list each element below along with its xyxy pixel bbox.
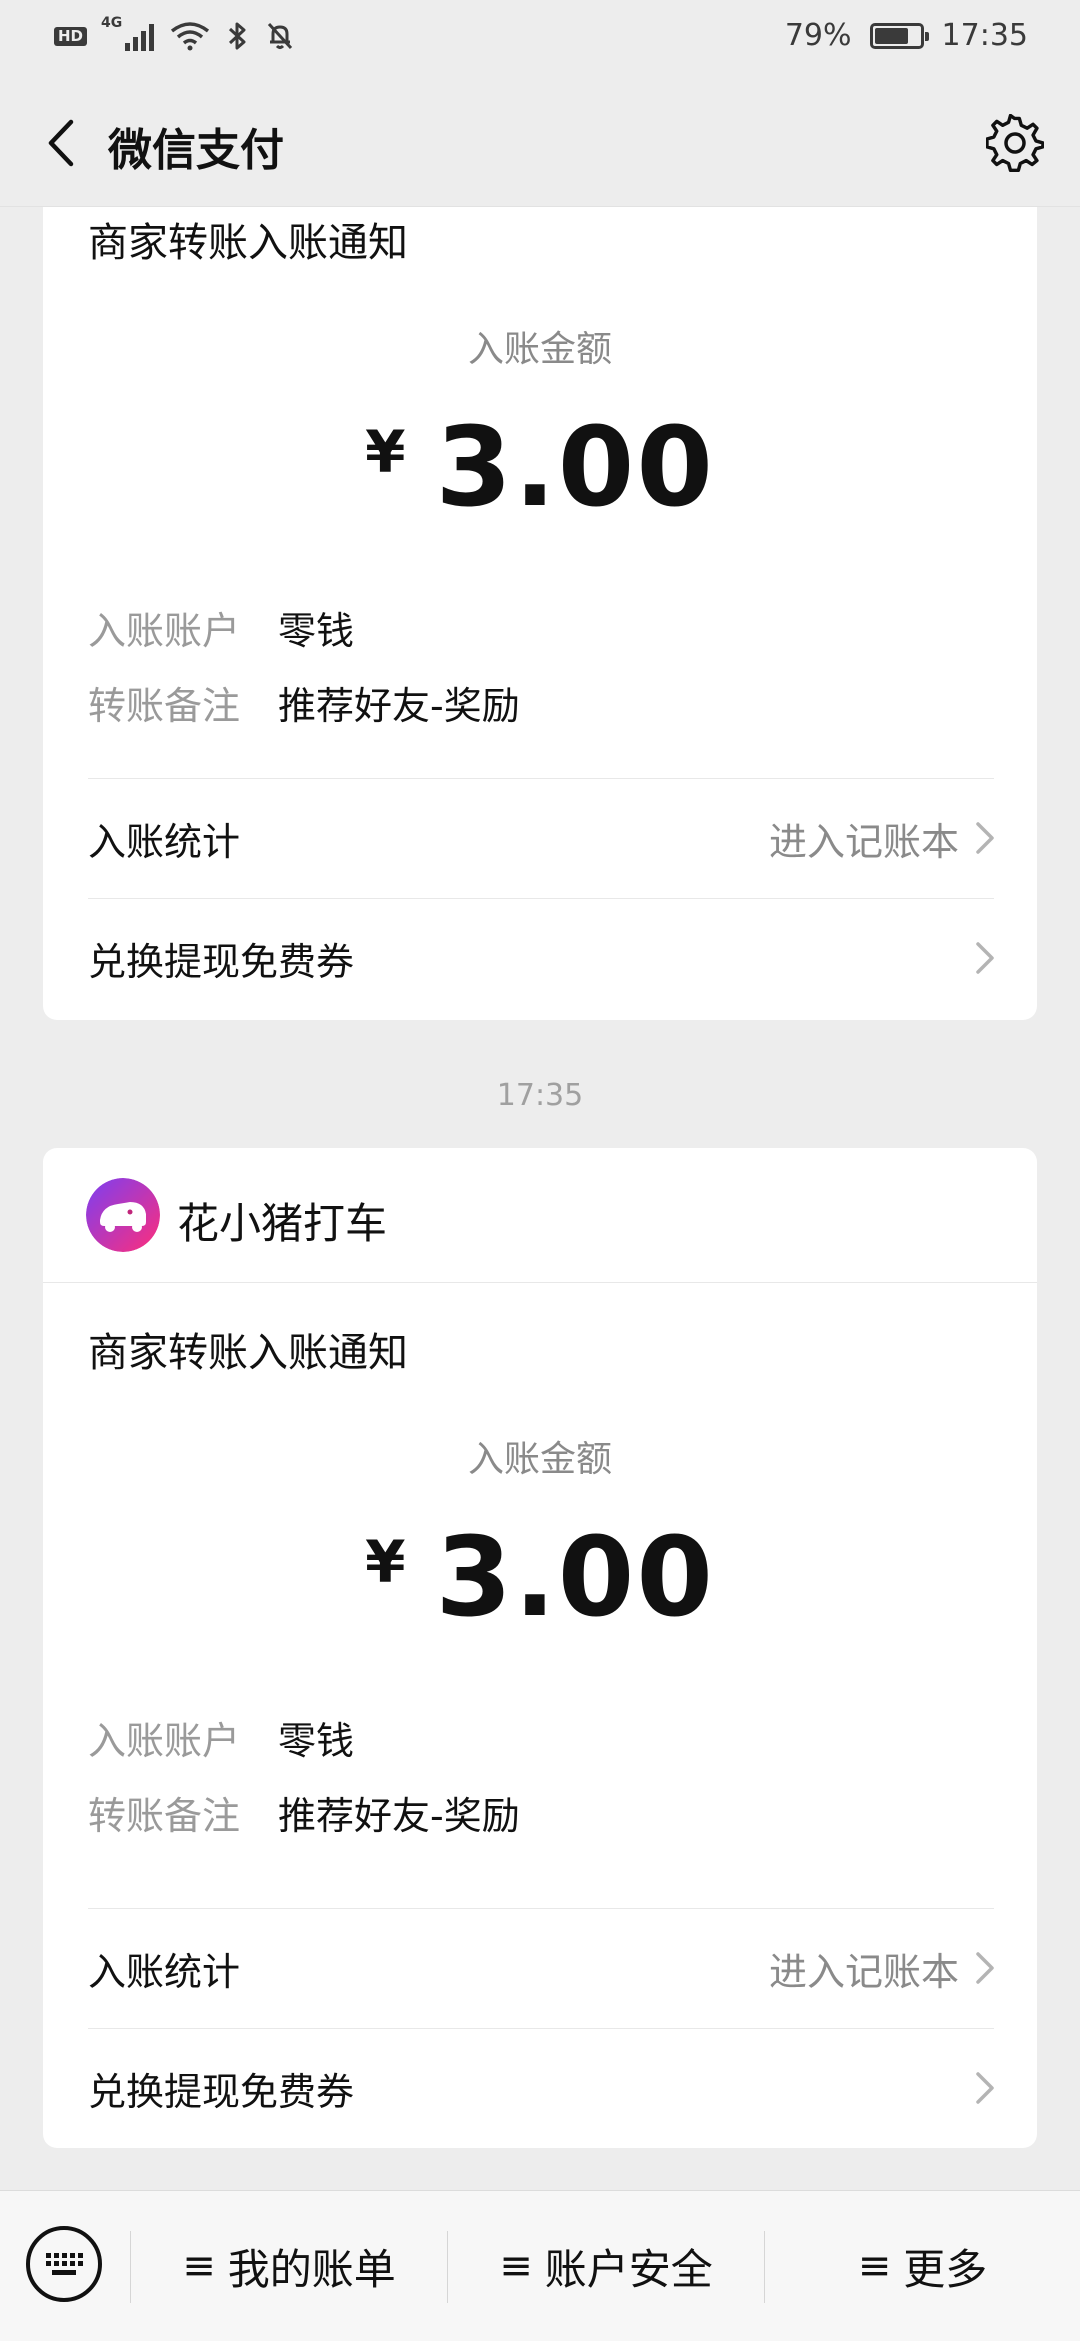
status-bar: HD 4G 79% 17:35	[0, 0, 1080, 78]
stats-hint: 进入记账本	[768, 1949, 959, 1994]
transfer-notice-card[interactable]: 花小猪打车 商家转账入账通知 入账金额 ¥ 3.00 入账账户 零钱 转账备注 …	[43, 1148, 1037, 2148]
page-title: 微信支付	[108, 125, 284, 176]
amount-row: ¥ 3.00	[43, 1522, 1037, 1632]
network-type-label: 4G	[101, 15, 123, 31]
coupon-label: 兑换提现免费券	[88, 2069, 355, 2114]
more-label: 更多	[903, 2244, 988, 2294]
currency-symbol: ¥	[365, 418, 406, 486]
remark-value: 推荐好友-奖励	[278, 684, 520, 728]
amount-row: ¥ 3.00	[43, 412, 1037, 522]
back-button[interactable]	[30, 108, 90, 178]
pig-car-logo-icon	[86, 1178, 160, 1252]
status-system: 79% 17:35	[785, 18, 1028, 53]
merchant-header[interactable]: 花小猪打车	[43, 1148, 1037, 1283]
account-label: 入账账户	[88, 609, 241, 653]
account-security-label: 账户安全	[544, 2244, 713, 2294]
amount-value: 3.00	[435, 1513, 715, 1641]
top-nav-bar: 微信支付	[0, 78, 1080, 207]
gear-icon	[986, 114, 1044, 172]
stats-link[interactable]: 入账统计 进入记账本	[88, 779, 997, 897]
coupon-label: 兑换提现免费券	[88, 939, 355, 984]
chevron-left-icon	[48, 119, 74, 167]
coupon-link[interactable]: 兑换提现免费券	[88, 2029, 997, 2147]
bottom-menu-bar: ≡ 我的账单 ≡ 账户安全 ≡ 更多	[0, 2190, 1080, 2341]
stats-label: 入账统计	[88, 819, 241, 864]
remark-value: 推荐好友-奖励	[278, 1794, 520, 1838]
amount-label: 入账金额	[467, 329, 612, 370]
battery-icon	[869, 22, 929, 49]
account-value: 零钱	[278, 609, 355, 653]
remark-label: 转账备注	[88, 684, 241, 728]
keyboard-toggle-button[interactable]	[26, 2226, 102, 2302]
transfer-notice-card[interactable]: 商家转账入账通知 入账金额 ¥ 3.00 入账账户 零钱 转账备注 推荐好友-奖…	[43, 190, 1037, 1020]
remark-row: 转账备注 推荐好友-奖励	[88, 1785, 520, 1840]
coupon-link[interactable]: 兑换提现免费券	[88, 899, 997, 1017]
notice-title: 商家转账入账通知	[88, 220, 408, 266]
amount-value: 3.00	[435, 403, 715, 531]
bluetooth-icon	[228, 22, 246, 50]
stats-label: 入账统计	[88, 1949, 241, 1994]
chevron-right-icon	[976, 2072, 994, 2104]
account-row: 入账账户 零钱	[88, 600, 354, 655]
more-menu[interactable]: ≡ 更多	[765, 2191, 1080, 2341]
menu-lines-icon: ≡	[499, 2243, 533, 2289]
clock: 17:35	[941, 18, 1028, 53]
account-row: 入账账户 零钱	[88, 1710, 354, 1765]
account-label: 入账账户	[88, 1719, 241, 1763]
account-security-menu[interactable]: ≡ 账户安全	[448, 2191, 764, 2341]
amount-label: 入账金额	[467, 1439, 612, 1480]
merchant-logo	[86, 1178, 160, 1252]
my-bills-menu[interactable]: ≡ 我的账单	[131, 2191, 447, 2341]
account-value: 零钱	[278, 1719, 355, 1763]
battery-level	[874, 27, 908, 44]
mute-bell-icon	[267, 22, 293, 50]
menu-lines-icon: ≡	[182, 2243, 216, 2289]
status-indicators: HD 4G	[54, 15, 296, 52]
my-bills-label: 我的账单	[227, 2244, 396, 2294]
wifi-icon	[170, 22, 210, 51]
message-timestamp: 17:35	[496, 1078, 584, 1113]
notice-title: 商家转账入账通知	[88, 1330, 408, 1376]
chevron-right-icon	[976, 822, 994, 854]
battery-percent: 79%	[784, 18, 852, 53]
chevron-right-icon	[976, 1952, 994, 1984]
hd-badge: HD	[54, 26, 88, 46]
stats-hint: 进入记账本	[768, 819, 959, 864]
settings-button[interactable]	[980, 108, 1050, 178]
merchant-name: 花小猪打车	[177, 1199, 388, 1248]
signal-icon: 4G	[101, 15, 155, 51]
menu-lines-icon: ≡	[857, 2243, 892, 2289]
remark-row: 转账备注 推荐好友-奖励	[88, 675, 520, 730]
chevron-right-icon	[976, 942, 994, 974]
remark-label: 转账备注	[88, 1794, 241, 1838]
stats-link[interactable]: 入账统计 进入记账本	[88, 1909, 997, 2027]
currency-symbol: ¥	[365, 1528, 406, 1596]
keyboard-icon	[46, 2253, 83, 2275]
